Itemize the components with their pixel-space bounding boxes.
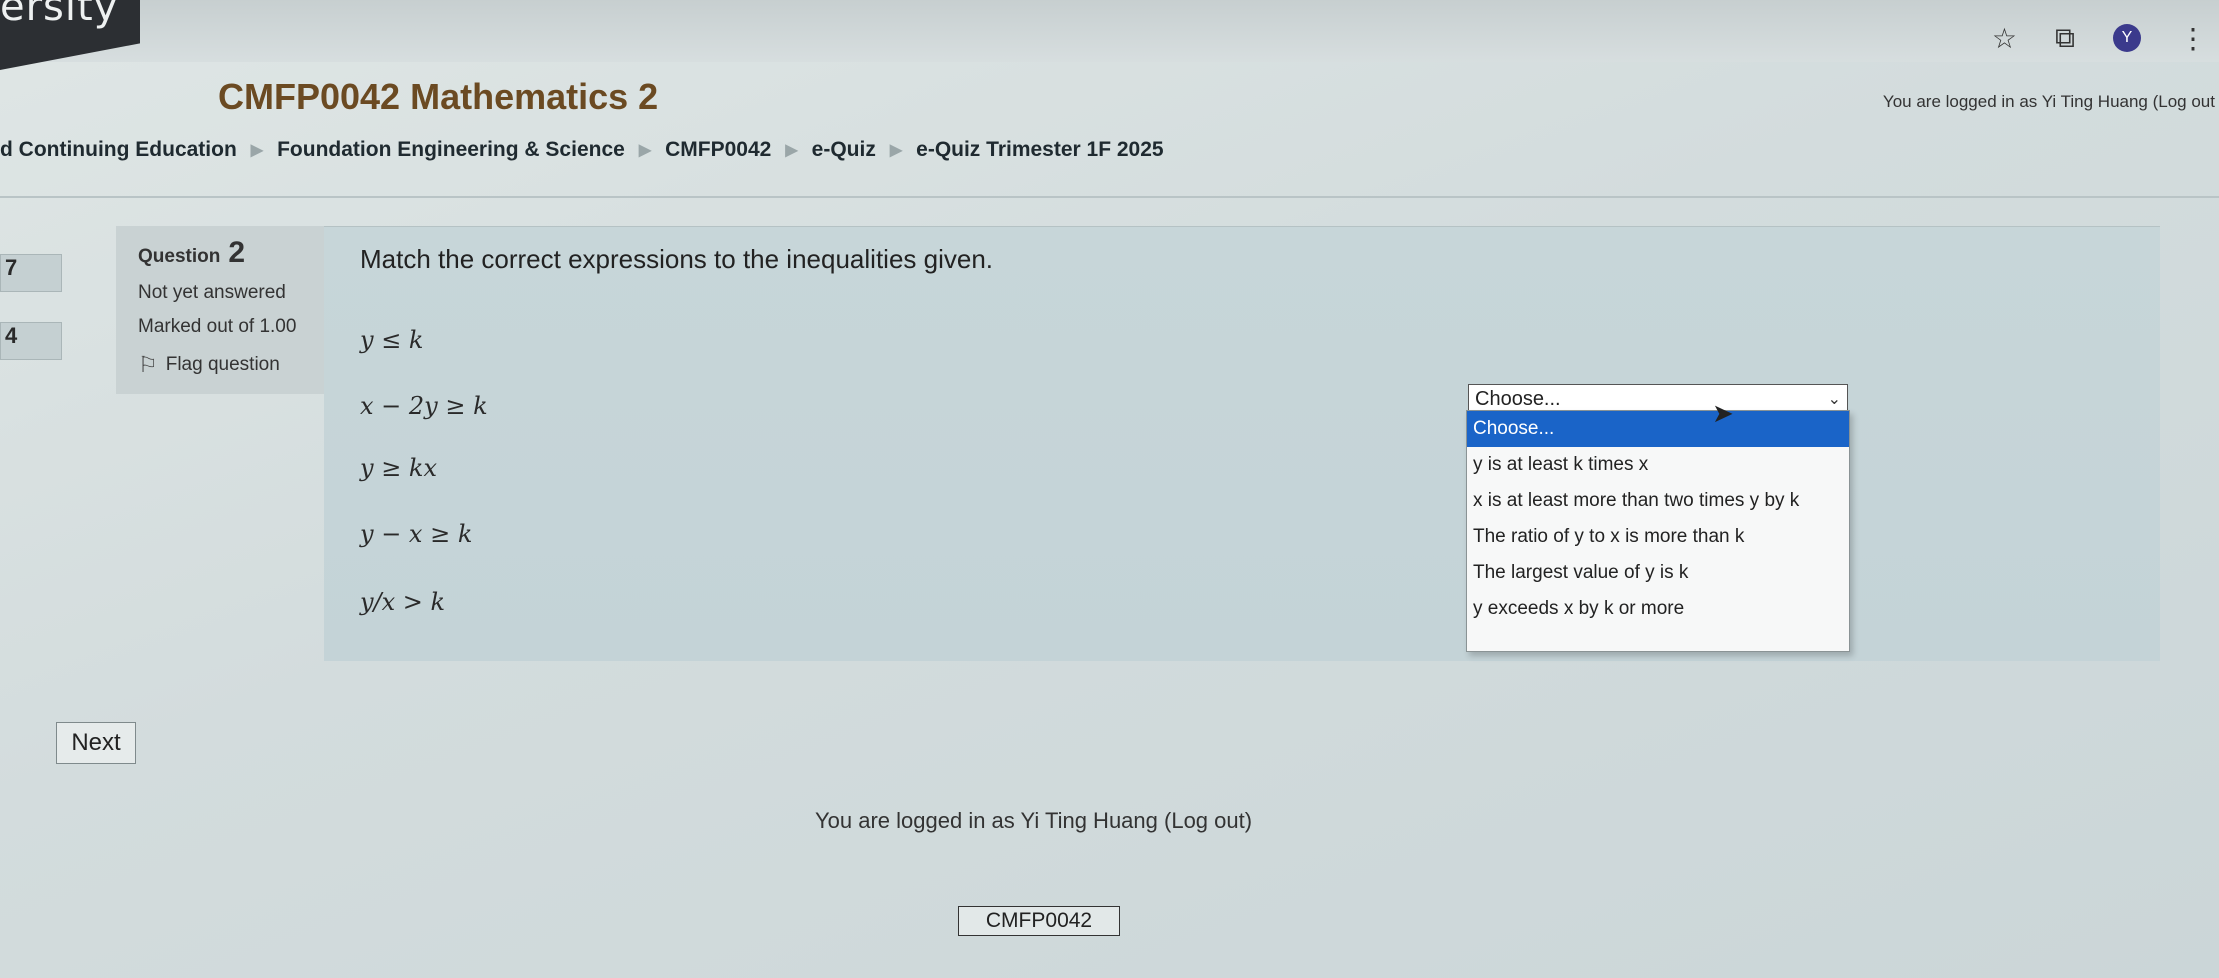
breadcrumb-separator-icon: ▶ bbox=[889, 142, 903, 159]
chevron-down-icon: ⌄ bbox=[1827, 391, 1841, 408]
select-value: Choose... bbox=[1475, 387, 1561, 410]
breadcrumb-item-current: e-Quiz Trimester 1F 2025 bbox=[916, 138, 1164, 161]
expression: y/x > k bbox=[360, 588, 446, 616]
more-vert-icon[interactable]: ⋮ bbox=[2179, 22, 2207, 55]
profile-avatar[interactable]: Y bbox=[2113, 24, 2141, 52]
mouse-cursor-icon: ➤ bbox=[1712, 398, 1734, 428]
star-icon[interactable]: ☆ bbox=[1992, 22, 2017, 55]
expression: y − x ≥ k bbox=[360, 520, 473, 548]
quiz-nav-button[interactable]: 4 bbox=[0, 322, 62, 360]
select-option[interactable]: The ratio of y to x is more than k bbox=[1467, 519, 1849, 555]
select-option[interactable]: Choose... bbox=[1467, 411, 1849, 447]
select-option[interactable]: The largest value of y is k bbox=[1467, 555, 1849, 591]
breadcrumb-item[interactable]: e-Quiz bbox=[812, 138, 876, 162]
quiz-nav-button[interactable]: 7 bbox=[0, 254, 62, 292]
breadcrumb-separator-icon: ▶ bbox=[250, 142, 264, 159]
select-option[interactable]: y is at least k times x bbox=[1467, 447, 1849, 483]
expression: x − 2y ≥ k bbox=[360, 392, 488, 420]
question-info: Question 2 Not yet answered Marked out of… bbox=[116, 226, 324, 394]
expression: y ≤ k bbox=[360, 326, 424, 354]
header-divider bbox=[0, 196, 2219, 198]
select-option[interactable]: y exceeds x by k or more bbox=[1467, 591, 1849, 627]
breadcrumb-item[interactable]: CMFP0042 bbox=[665, 138, 771, 162]
footer-login-status: You are logged in as Yi Ting Huang (Log … bbox=[815, 808, 1253, 833]
flag-label: Flag question bbox=[165, 354, 280, 375]
flag-icon: ⚐ bbox=[138, 352, 158, 377]
footer-course-link[interactable]: CMFP0042 bbox=[958, 906, 1120, 936]
flag-question-button[interactable]: ⚐ Flag question bbox=[138, 352, 302, 378]
breadcrumb: d Continuing Education ▶ Foundation Engi… bbox=[0, 138, 1164, 162]
question-status: Not yet answered bbox=[138, 282, 286, 303]
breadcrumb-item[interactable]: d Continuing Education bbox=[0, 138, 237, 162]
logo-text: ersity bbox=[0, 0, 119, 30]
question-number: 2 bbox=[228, 236, 246, 269]
question-label: Question bbox=[138, 246, 221, 267]
breadcrumb-item[interactable]: Foundation Engineering & Science bbox=[277, 138, 625, 162]
select-option[interactable]: x is at least more than two times y by k bbox=[1467, 483, 1849, 519]
breadcrumb-separator-icon: ▶ bbox=[785, 142, 798, 159]
course-title: CMFP0042 Mathematics 2 bbox=[218, 76, 659, 117]
next-button[interactable]: Next bbox=[56, 722, 136, 764]
extension-icon[interactable]: ⧉ bbox=[2055, 22, 2075, 55]
question-text: Match the correct expressions to the ine… bbox=[360, 244, 994, 274]
question-marks: Marked out of 1.00 bbox=[138, 316, 297, 337]
browser-icons: ☆ ⧉ Y ⋮ bbox=[1992, 18, 2219, 58]
login-status-top: You are logged in as Yi Ting Huang (Log … bbox=[1882, 92, 2215, 111]
breadcrumb-separator-icon: ▶ bbox=[638, 142, 652, 159]
question-content bbox=[324, 226, 2160, 661]
quiz-navigation: 7 4 bbox=[0, 198, 62, 360]
select-dropdown: Choose... y is at least k times x x is a… bbox=[1466, 410, 1850, 652]
browser-toolbar bbox=[0, 0, 2219, 62]
expression: y ≥ kx bbox=[360, 454, 438, 482]
